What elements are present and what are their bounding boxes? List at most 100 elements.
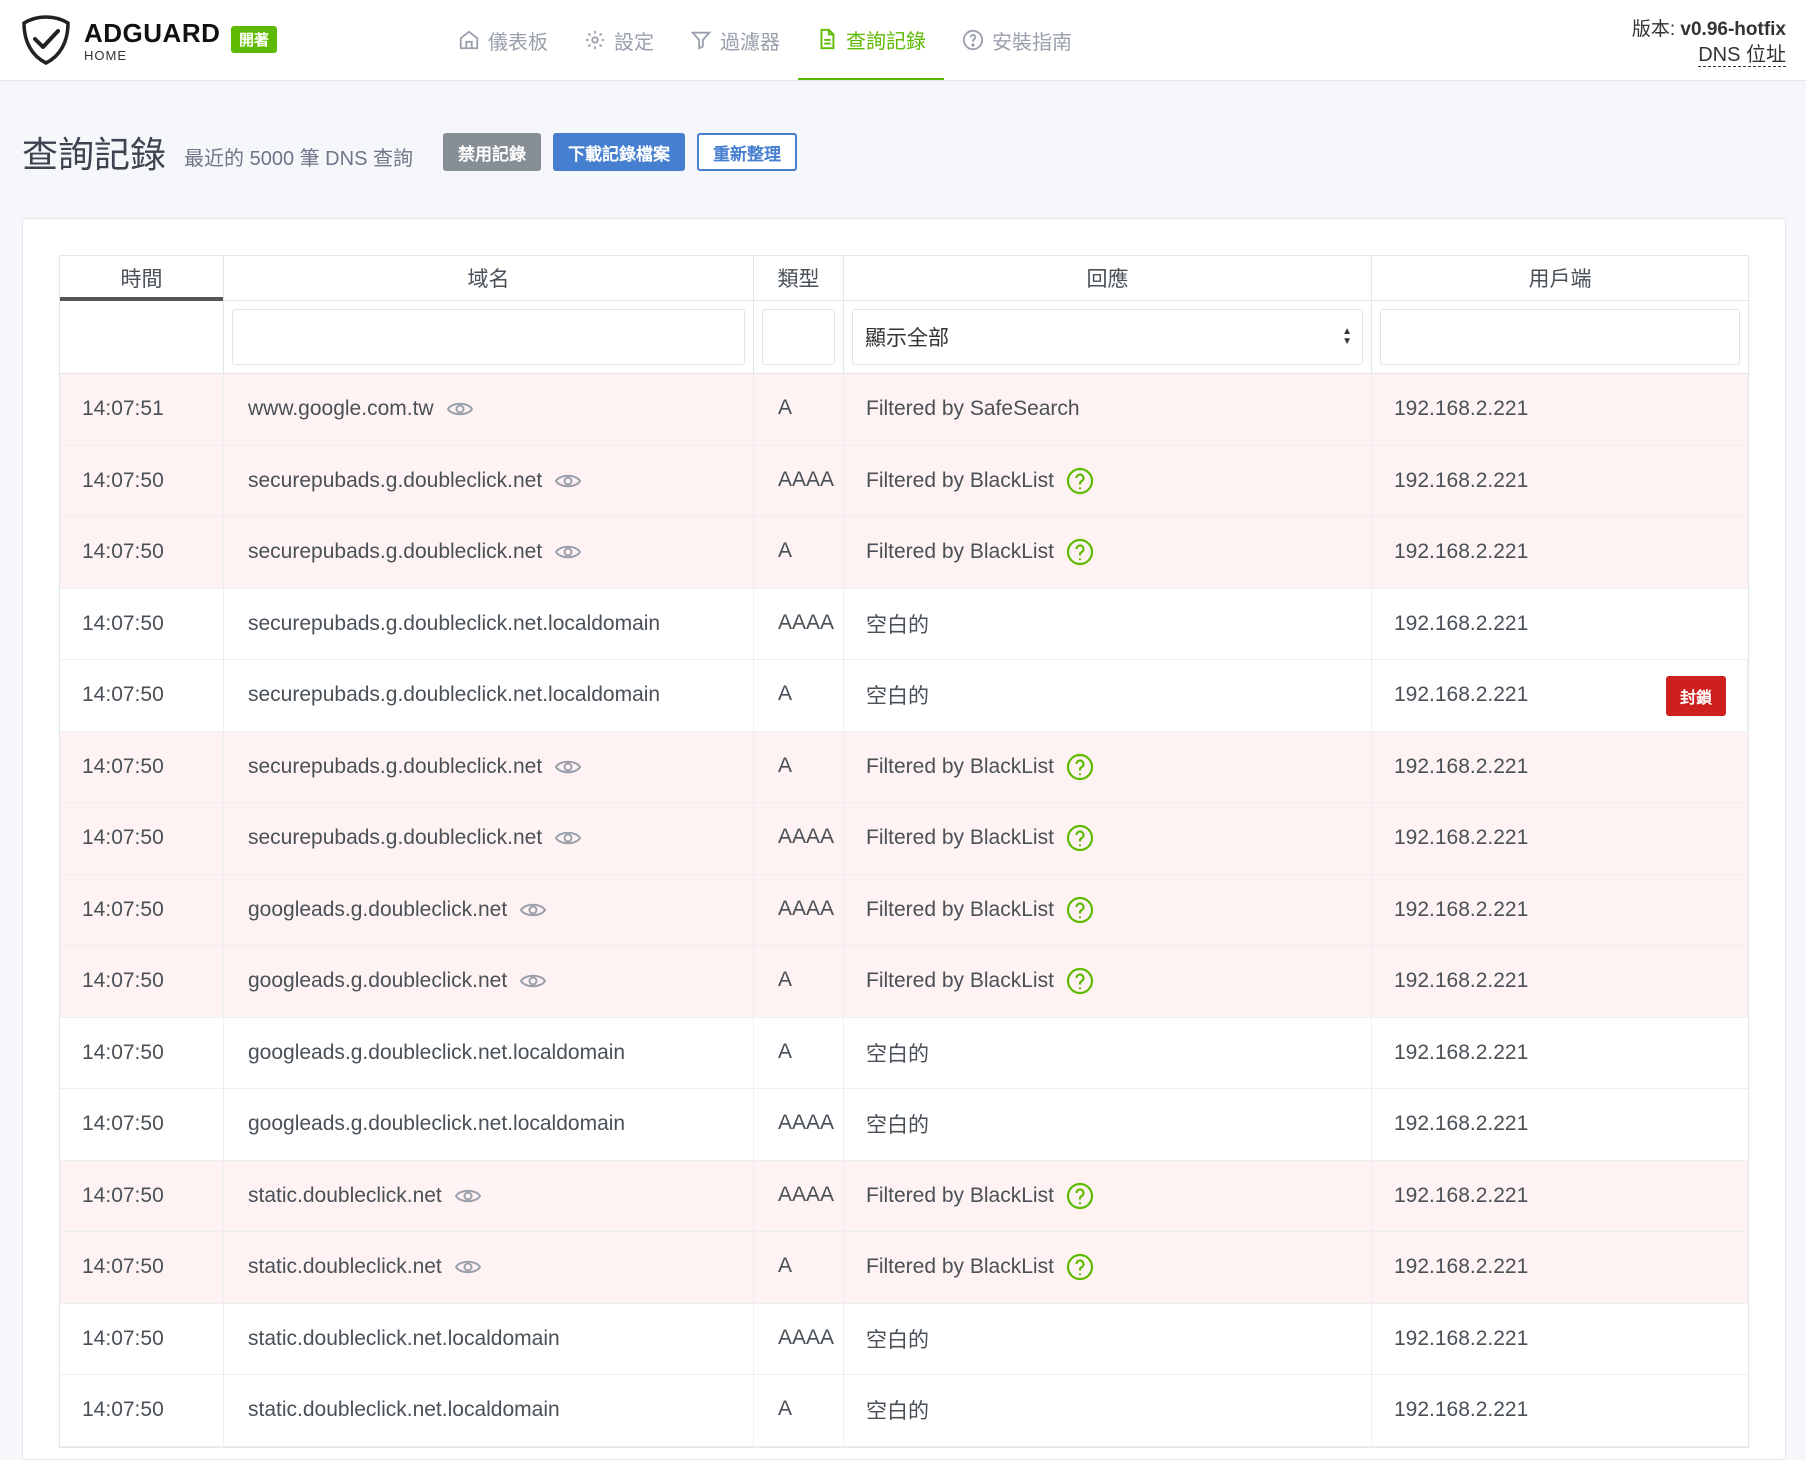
nav-setup-guide[interactable]: 安裝指南	[944, 0, 1090, 80]
row-domain: googleads.g.doubleclick.net	[224, 946, 754, 1017]
row-client: 192.168.2.221	[1394, 1040, 1529, 1064]
row-response-text: Filtered by SafeSearch	[866, 397, 1080, 421]
query-log-card: 時間 域名 類型 回應 用戶端 顯示全部 ▲ ▼ 14:07:51 www.go…	[22, 218, 1786, 1460]
row-domain: securepubads.g.doubleclick.net	[224, 731, 754, 802]
row-domain: static.doubleclick.net.localdomain	[224, 1303, 754, 1374]
row-response: Filtered by BlackList	[844, 1232, 1372, 1303]
document-icon	[820, 28, 835, 50]
eye-icon[interactable]	[554, 542, 582, 562]
eye-icon[interactable]	[554, 828, 582, 848]
row-type: A	[754, 731, 844, 802]
eye-icon[interactable]	[446, 399, 474, 419]
dns-addresses-link[interactable]: DNS 位址	[1698, 44, 1786, 67]
table-row: 14:07:50 securepubads.g.doubleclick.net AA…	[60, 445, 1748, 517]
row-domain: www.google.com.tw	[224, 374, 754, 445]
disable-log-button[interactable]: 禁用記錄	[442, 133, 541, 171]
help-circle-icon[interactable]	[1066, 1182, 1094, 1210]
row-type: AAAA	[754, 588, 844, 659]
row-domain-text: www.google.com.tw	[248, 397, 434, 421]
row-domain: securepubads.g.doubleclick.net.localdoma…	[224, 660, 754, 731]
eye-icon[interactable]	[554, 471, 582, 491]
row-type: AAAA	[754, 803, 844, 874]
block-button[interactable]: 封鎖	[1665, 676, 1726, 716]
domain-filter-input[interactable]	[232, 309, 745, 365]
row-type: A	[754, 1232, 844, 1303]
nav-settings[interactable]: 設定	[566, 0, 672, 80]
table-header: 時間 域名 類型 回應 用戶端	[60, 256, 1748, 301]
type-filter-input[interactable]	[762, 309, 835, 365]
row-domain-text: static.doubleclick.net	[248, 1255, 442, 1279]
table-row: 14:07:51 www.google.com.tw A Filtered by Sa…	[60, 374, 1748, 446]
nav-dashboard[interactable]: 儀表板	[440, 0, 566, 80]
help-circle-icon[interactable]	[1066, 467, 1094, 495]
help-circle-icon[interactable]	[1066, 967, 1094, 995]
client-filter-input[interactable]	[1380, 309, 1740, 365]
help-circle-icon[interactable]	[1066, 538, 1094, 566]
help-circle-icon[interactable]	[1066, 896, 1094, 924]
table-row: 14:07:50 securepubads.g.doubleclick.net A F…	[60, 517, 1748, 589]
row-client: 192.168.2.221	[1394, 1255, 1529, 1279]
nav-query-log[interactable]: 查詢記錄	[798, 0, 944, 80]
row-time: 14:07:50	[60, 946, 224, 1017]
row-domain-text: static.doubleclick.net.localdomain	[248, 1326, 560, 1350]
row-domain-text: securepubads.g.doubleclick.net	[248, 826, 543, 850]
row-time: 14:07:50	[60, 588, 224, 659]
row-response: 空白的	[844, 1375, 1372, 1446]
row-type: A	[754, 660, 844, 731]
eye-icon[interactable]	[454, 1257, 482, 1277]
version-label: 版本:	[1631, 19, 1676, 40]
nav-query-log-label: 查詢記錄	[846, 30, 926, 53]
table-row: 14:07:50 securepubads.g.doubleclick.net A F…	[60, 731, 1748, 803]
download-log-button[interactable]: 下載記錄檔案	[552, 133, 685, 171]
eye-icon[interactable]	[454, 1186, 482, 1206]
row-time: 14:07:50	[60, 1232, 224, 1303]
help-circle-icon[interactable]	[1066, 824, 1094, 852]
header-domain[interactable]: 域名	[224, 256, 754, 300]
row-response: 空白的	[844, 588, 1372, 659]
row-client: 192.168.2.221	[1394, 397, 1529, 421]
nav-settings-label: 設定	[614, 31, 654, 54]
row-client: 192.168.2.221	[1394, 1326, 1529, 1350]
eye-icon[interactable]	[554, 757, 582, 777]
row-time: 14:07:50	[60, 660, 224, 731]
header-type[interactable]: 類型	[754, 256, 844, 300]
filter-icon	[690, 31, 712, 50]
nav-filters[interactable]: 過濾器	[672, 0, 798, 80]
refresh-button[interactable]: 重新整理	[696, 133, 797, 171]
page-header: 查詢記錄 最近的 5000 筆 DNS 查詢 禁用記錄 下載記錄檔案 重新整理	[22, 126, 797, 178]
row-client: 192.168.2.221	[1394, 754, 1529, 778]
eye-icon[interactable]	[519, 971, 547, 991]
row-type: AAAA	[754, 445, 844, 516]
help-circle-icon[interactable]	[1066, 1253, 1094, 1281]
header-client[interactable]: 用戶端	[1372, 256, 1748, 300]
row-response-text: Filtered by BlackList	[866, 1183, 1054, 1207]
row-time: 14:07:50	[60, 445, 224, 516]
filter-cell-type	[754, 301, 844, 373]
row-type: AAAA	[754, 1303, 844, 1374]
header-response[interactable]: 回應	[844, 256, 1372, 300]
row-response-text: 空白的	[866, 1328, 929, 1352]
row-response-text: Filtered by BlackList	[866, 1255, 1054, 1279]
row-domain: googleads.g.doubleclick.net.localdomain	[224, 1017, 754, 1088]
response-filter-select[interactable]: 顯示全部 ▲ ▼	[852, 309, 1363, 365]
row-response-text: Filtered by BlackList	[866, 897, 1054, 921]
help-circle-icon[interactable]	[1066, 753, 1094, 781]
response-filter-value: 顯示全部	[865, 327, 949, 350]
eye-icon[interactable]	[519, 900, 547, 920]
row-time: 14:07:50	[60, 731, 224, 802]
row-domain-text: static.doubleclick.net	[248, 1183, 442, 1207]
table-row: 14:07:50 googleads.g.doubleclick.net A Filt…	[60, 946, 1748, 1018]
row-domain-text: googleads.g.doubleclick.net	[248, 969, 508, 993]
header-time[interactable]: 時間	[60, 256, 224, 301]
row-response-text: 空白的	[866, 613, 929, 637]
row-response-text: Filtered by BlackList	[866, 826, 1054, 850]
table-row: 14:07:50 securepubads.g.doubleclick.net AA…	[60, 803, 1748, 875]
row-client: 192.168.2.221	[1394, 1183, 1529, 1207]
row-type: AAAA	[754, 1160, 844, 1231]
row-domain: googleads.g.doubleclick.net	[224, 874, 754, 945]
row-response: 空白的	[844, 660, 1372, 731]
adguard-shield-logo[interactable]	[20, 14, 72, 66]
row-response: Filtered by BlackList	[844, 874, 1372, 945]
row-domain: securepubads.g.doubleclick.net.localdoma…	[224, 588, 754, 659]
row-domain: securepubads.g.doubleclick.net	[224, 445, 754, 516]
